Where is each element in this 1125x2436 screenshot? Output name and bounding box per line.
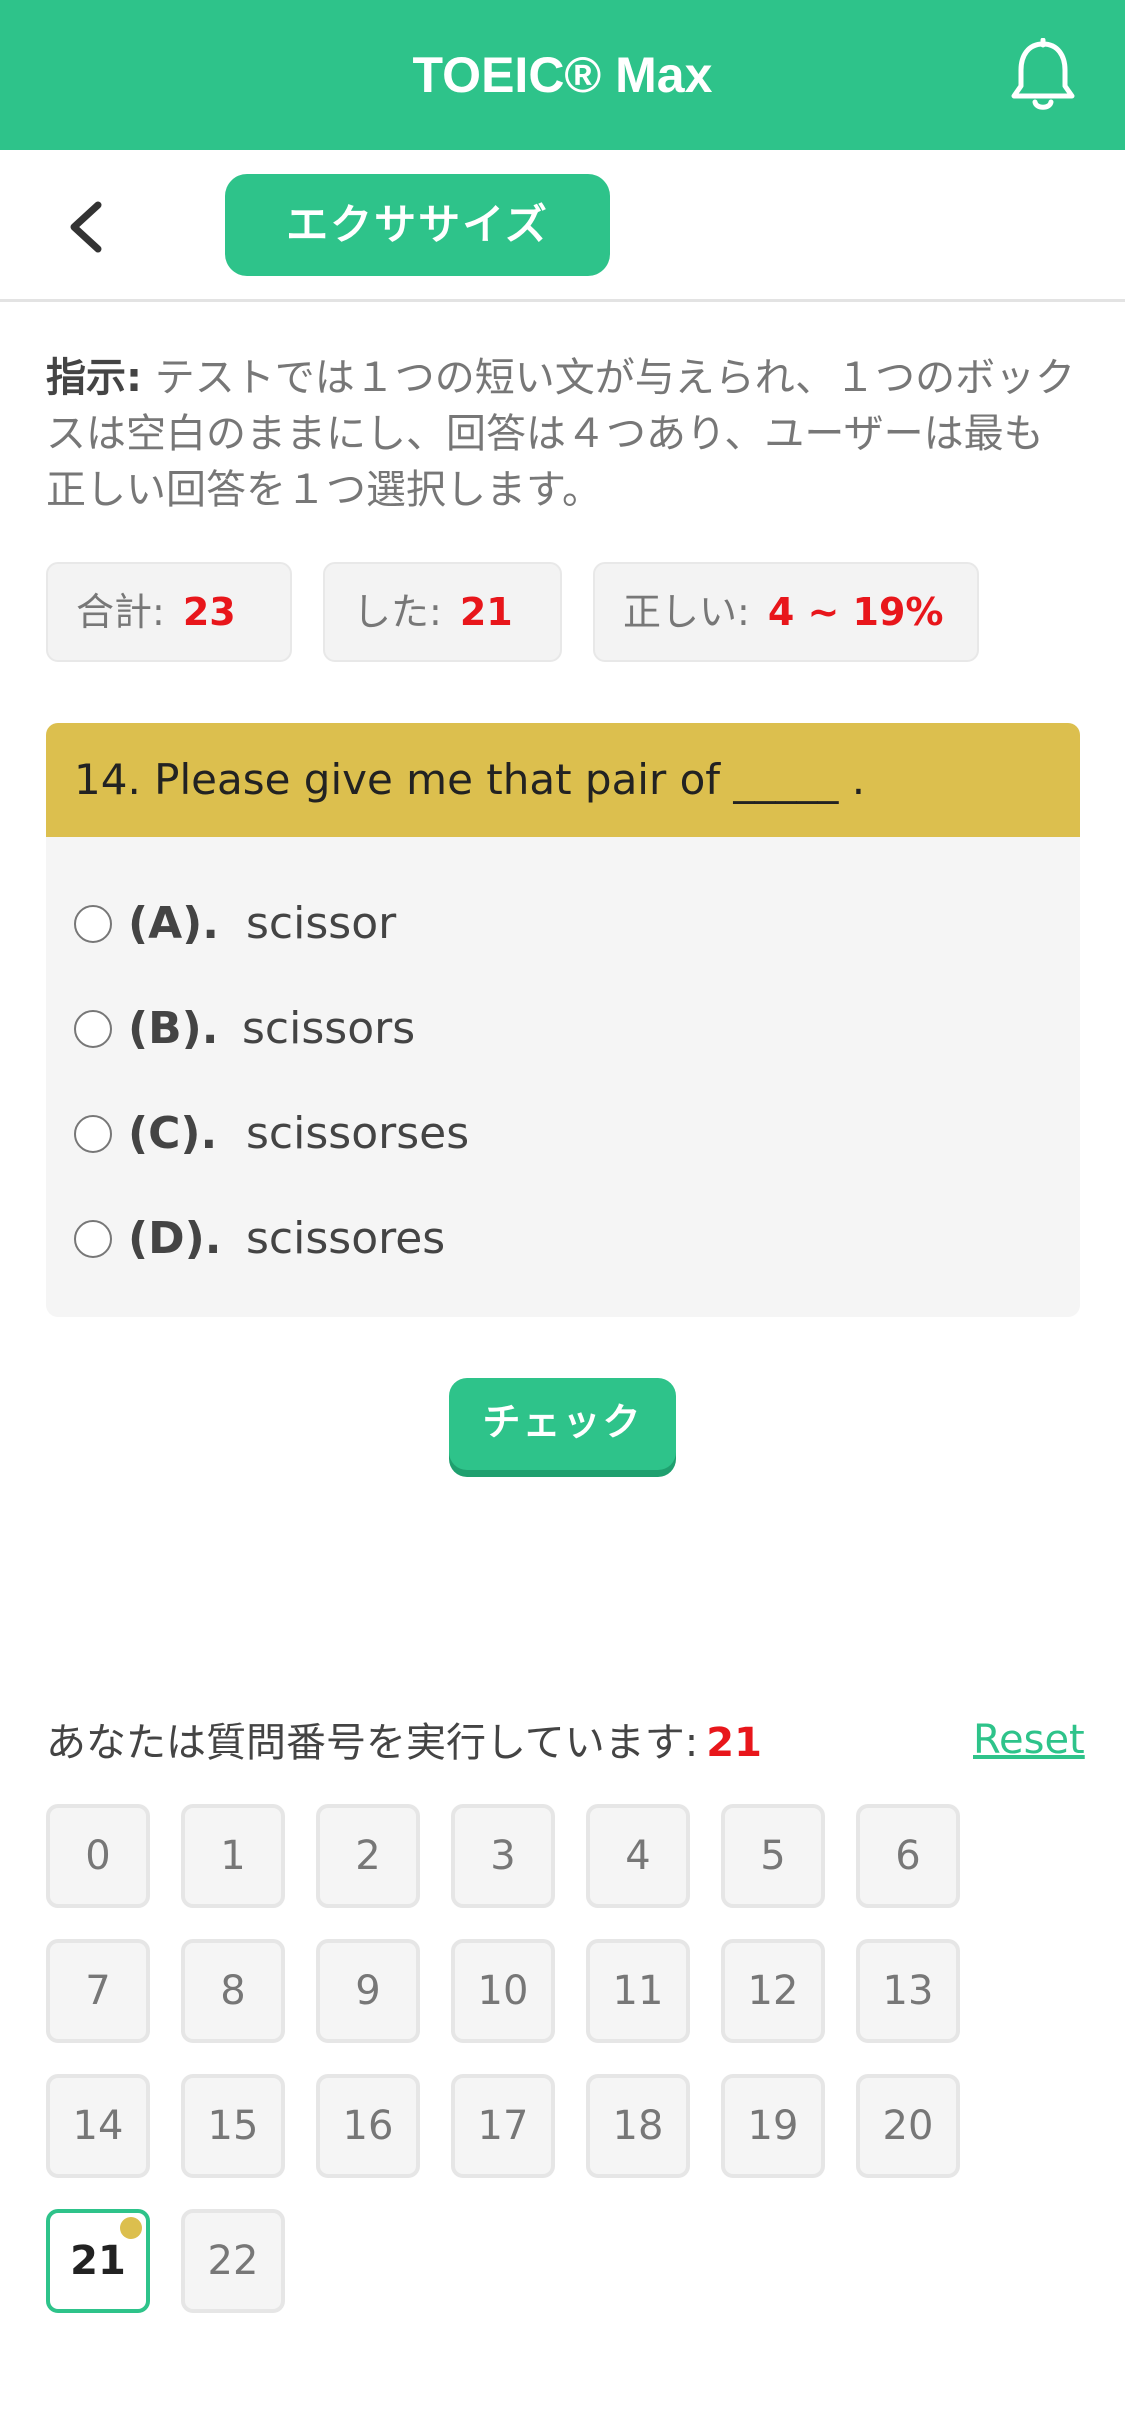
instruction: 指示: テストでは１つの短い文が与えられ、１つのボックスは空白のままにし、回答は… (46, 350, 1081, 518)
question-number-button[interactable]: 2 (316, 1804, 420, 1908)
stat-done-label: した: (353, 590, 442, 634)
question-number-button[interactable]: 22 (181, 2209, 285, 2313)
question-number-label: 20 (882, 2103, 934, 2149)
question-number-label: 10 (477, 1968, 529, 2014)
chevron-left-icon[interactable] (58, 195, 122, 259)
radio-button[interactable] (74, 1010, 112, 1048)
question-number-button[interactable]: 15 (181, 2074, 285, 2178)
option-b[interactable]: (B). scissors (74, 989, 1054, 1069)
question-number-label: 22 (207, 2238, 259, 2284)
stat-correct-label: 正しい: (623, 590, 750, 634)
question-number-label: 13 (882, 1968, 934, 2014)
stat-total-label: 合計: (76, 590, 165, 634)
radio-button[interactable] (74, 905, 112, 943)
stat-total-value: 23 (182, 590, 236, 634)
question-number-label: 18 (612, 2103, 664, 2149)
question-number-button[interactable]: 7 (46, 1939, 150, 2043)
question-number-label: 16 (342, 2103, 394, 2149)
reset-link[interactable]: Reset (973, 1712, 1085, 1768)
app-bar: TOEIC® Max (0, 0, 1125, 150)
question-number-label: 14 (72, 2103, 124, 2149)
question-number-label: 8 (220, 1968, 246, 2014)
option-a[interactable]: (A). scissor (74, 884, 1054, 964)
option-letter: (C). (128, 1108, 218, 1159)
question-number-button[interactable]: 17 (451, 2074, 555, 2178)
question-number-label: 3 (490, 1833, 516, 1879)
question-number-label: 6 (895, 1833, 921, 1879)
question-number-button[interactable]: 8 (181, 1939, 285, 2043)
option-letter: (B). (128, 1003, 219, 1054)
question-number-label: 15 (207, 2103, 259, 2149)
question-number-button[interactable]: 16 (316, 2074, 420, 2178)
question-card: 14. Please give me that pair of _____ . … (46, 723, 1080, 1317)
question-number-button[interactable]: 10 (451, 1939, 555, 2043)
question-number-label: 7 (85, 1968, 111, 2014)
question-number-label: 4 (625, 1833, 651, 1879)
question-number-button[interactable]: 13 (856, 1939, 960, 2043)
stat-done: した: 21 (323, 562, 562, 662)
option-d[interactable]: (D). scissores (74, 1199, 1054, 1279)
check-button[interactable]: チェック (449, 1378, 676, 1470)
option-text: scissores (246, 1213, 446, 1264)
question-number-label: 19 (747, 2103, 799, 2149)
question-number-label: 21 (70, 2238, 126, 2284)
option-letter: (D). (128, 1213, 222, 1264)
question-number-button[interactable]: 5 (721, 1804, 825, 1908)
question-number-button[interactable]: 9 (316, 1939, 420, 2043)
question-number-button[interactable]: 1 (181, 1804, 285, 1908)
current-question-number: 21 (706, 1720, 762, 1766)
stat-correct-value: 4 ~ 19% (767, 590, 944, 634)
option-c[interactable]: (C). scissorses (74, 1094, 1054, 1174)
app-title: TOEIC® Max (412, 47, 713, 103)
question-text: 14. Please give me that pair of _____ . (46, 723, 1080, 837)
radio-button[interactable] (74, 1220, 112, 1258)
current-indicator-dot (120, 2217, 142, 2239)
question-number-button[interactable]: 14 (46, 2074, 150, 2178)
question-number-button[interactable]: 20 (856, 2074, 960, 2178)
question-number-label: 9 (355, 1968, 381, 2014)
question-number-button[interactable]: 4 (586, 1804, 690, 1908)
option-letter: (A). (128, 898, 219, 949)
instruction-label: 指示: (46, 355, 142, 401)
question-number-label: 1 (220, 1833, 246, 1879)
stat-correct: 正しい: 4 ~ 19% (593, 562, 979, 662)
instruction-text: テストでは１つの短い文が与えられ、１つのボックスは空白のままにし、回答は４つあり… (46, 355, 1076, 513)
sub-header: エクササイズ (0, 150, 1125, 302)
question-number-button[interactable]: 11 (586, 1939, 690, 2043)
question-number-label: 0 (85, 1833, 111, 1879)
stat-done-value: 21 (459, 590, 513, 634)
tab-exercise[interactable]: エクササイズ (225, 174, 610, 276)
question-number-label: 2 (355, 1833, 381, 1879)
question-number-label: 17 (477, 2103, 529, 2149)
stat-total: 合計: 23 (46, 562, 292, 662)
question-number-button[interactable]: 12 (721, 1939, 825, 2043)
question-number-label: 5 (760, 1833, 786, 1879)
option-text: scissor (246, 898, 397, 949)
question-number-button[interactable]: 18 (586, 2074, 690, 2178)
question-number-button[interactable]: 19 (721, 2074, 825, 2178)
question-number-button[interactable]: 6 (856, 1804, 960, 1908)
question-number-label: 12 (747, 1968, 799, 2014)
option-text: scissorses (246, 1108, 470, 1159)
question-number-button[interactable]: 0 (46, 1804, 150, 1908)
question-number-button[interactable]: 3 (451, 1804, 555, 1908)
question-number-label: 11 (612, 1968, 664, 2014)
progress-text: あなたは質問番号を実行しています: 21 (46, 1715, 762, 1771)
radio-button[interactable] (74, 1115, 112, 1153)
question-number-button[interactable]: 21 (46, 2209, 150, 2313)
bell-icon[interactable] (1008, 38, 1078, 114)
progress-label: あなたは質問番号を実行しています: (46, 1720, 699, 1766)
option-text: scissors (242, 1003, 416, 1054)
